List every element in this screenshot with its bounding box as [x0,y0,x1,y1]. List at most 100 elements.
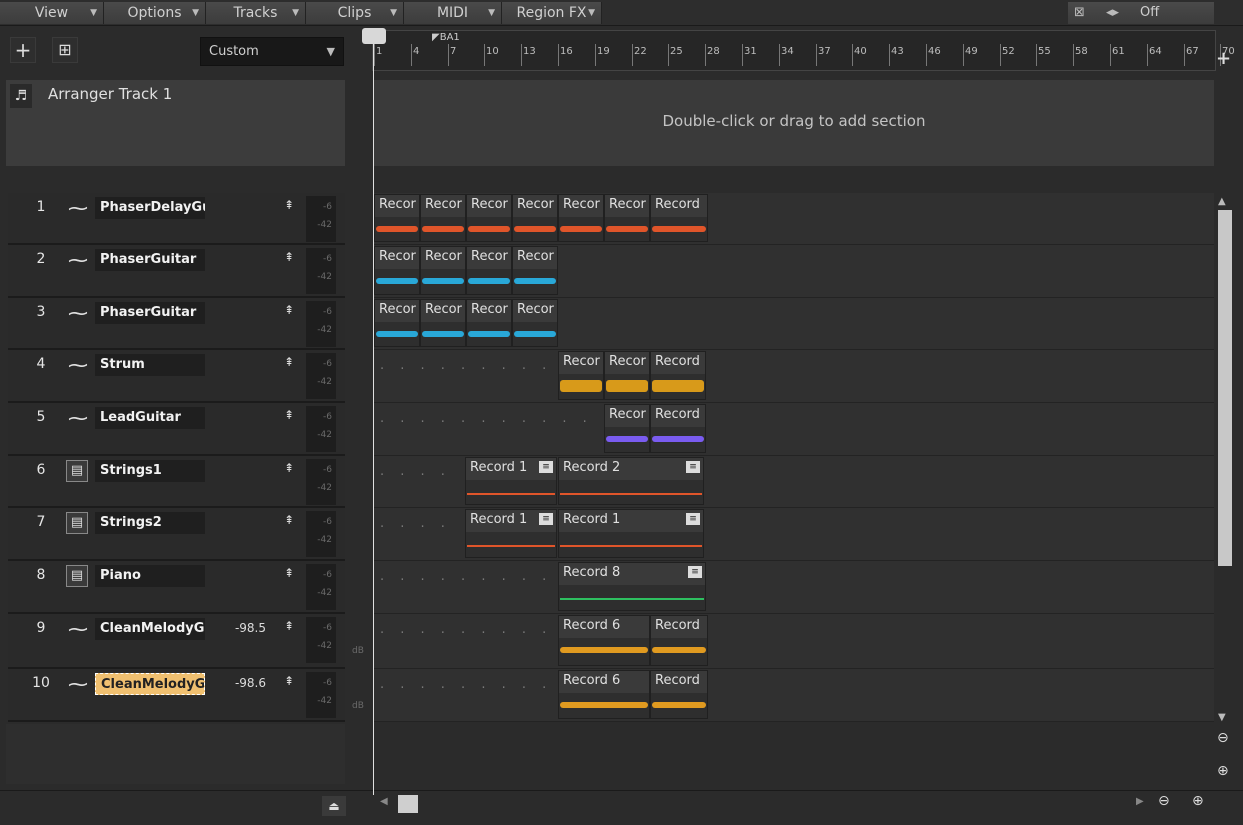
clip[interactable]: Recor [604,194,650,242]
expand-icon[interactable]: ⇞ [284,355,294,369]
clip[interactable]: Record 8 ≡ [558,562,706,611]
zoom-out-vertical-button[interactable]: ⊖ [1217,730,1229,746]
ruler-tick-label: 61 [1112,46,1125,57]
envelope-icon: ⊠ [1074,5,1085,20]
add-folder-button[interactable]: ⊞ [52,37,78,63]
midi-clip-icon: ≡ [688,566,702,578]
meter-label-low: -42 [317,220,332,230]
ruler-tick-label: 7 [450,46,457,57]
clip[interactable]: Recor [374,246,420,295]
clip[interactable]: Record 1 ≡ [558,509,704,558]
ruler-tick-line [889,44,890,66]
clip[interactable]: Recor [420,299,466,347]
clip[interactable]: Record 1 ≡ [465,457,557,505]
add-track-button[interactable]: + [10,37,36,63]
expand-icon[interactable]: ⇞ [284,408,294,422]
expand-icon[interactable]: ⇞ [284,461,294,475]
clip-title: Recor [609,354,646,369]
menu-view[interactable]: View ▼ [0,2,104,24]
meter-label-high: -6 [323,254,332,264]
chevron-down-icon: ▼ [488,8,495,18]
track-name-field[interactable]: PhaserGuitar [95,249,205,271]
clip[interactable]: Recor [512,194,558,242]
track-name-field[interactable]: PhaserDelayGuit [95,197,205,219]
clip[interactable]: Recor [420,194,466,242]
menu-tracks[interactable]: Tracks ▼ [206,2,306,24]
ruler-tick-line [1184,44,1185,66]
clip[interactable]: Record 2 ≡ [558,457,704,505]
preset-label: Custom [209,44,259,59]
clip[interactable]: Record 6 [558,615,650,666]
expand-icon[interactable]: ⇞ [284,619,294,633]
ruler-tick-label: 34 [781,46,794,57]
add-lane-button[interactable]: + [1216,48,1231,69]
clip[interactable]: Record 6 [558,670,650,719]
clip[interactable]: Recor [604,404,650,453]
clip[interactable]: Record [650,351,706,400]
clip[interactable]: Record [650,404,706,453]
expand-icon[interactable]: ⇞ [284,513,294,527]
track-number: 7 [36,514,46,530]
collapse-button[interactable]: ⏏ [322,796,346,816]
audio-waveform [422,331,464,337]
clip-title: Recor [425,249,462,264]
clip[interactable]: Recor [512,246,558,295]
clip[interactable]: Record 1 ≡ [465,509,557,558]
expand-icon[interactable]: ⇞ [284,198,294,212]
track-name-field[interactable]: LeadGuitar [95,407,205,429]
clip[interactable]: Recor [558,194,604,242]
scroll-left-button[interactable]: ◀ [380,796,388,807]
arrow-right-icon: ▶ [1136,796,1144,807]
scroll-down-button[interactable]: ▼ [1218,712,1226,723]
empty-region-dots: · · · · · · · · · · · · · · · · · · · · … [380,362,550,377]
track-name-field[interactable]: PhaserGuitar [95,302,205,324]
zoom-out-horizontal-button[interactable]: ⊖ [1158,793,1170,809]
track-view-preset-select[interactable]: Custom ▼ [200,37,344,66]
clip[interactable]: Recor [374,194,420,242]
menu-region-fx[interactable]: Region FX ▼ [502,2,602,24]
clip[interactable]: Recor [558,351,604,400]
track-lane-9[interactable] [374,614,1214,669]
clip[interactable]: Recor [374,299,420,347]
clip-body [559,480,703,504]
track-name-field[interactable]: Strings2 [95,512,205,534]
clip[interactable]: Recor [466,299,512,347]
ruler-tick-label: 46 [928,46,941,57]
playhead-handle[interactable] [362,28,386,44]
marker-flag[interactable]: ◤BA1 [432,32,460,43]
level-meter: -6 -42 [306,511,336,557]
track-name-field[interactable]: CleanMelodyGui [95,618,205,640]
menu-midi[interactable]: MIDI ▼ [404,2,502,24]
clip-title: Recor [517,197,554,212]
automation-selector[interactable]: ⊠ ◂▸ Off [1068,2,1214,24]
clip[interactable]: Recor [512,299,558,347]
scroll-right-button[interactable]: ▶ [1136,796,1144,807]
track-name-field[interactable]: Strum [95,354,205,376]
expand-icon[interactable]: ⇞ [284,674,294,688]
scroll-up-button[interactable]: ▲ [1218,196,1226,207]
menu-options[interactable]: Options ▼ [104,2,206,24]
clip[interactable]: Record [650,670,708,719]
clip-title: Recor [379,197,416,212]
zoom-in-vertical-button[interactable]: ⊕ [1217,763,1229,779]
clip-title: Record [655,618,700,633]
expand-icon[interactable]: ⇞ [284,303,294,317]
ruler-tick-line [558,44,559,66]
clip[interactable]: Recor [466,194,512,242]
track-name-field[interactable]: CleanMelodyGui [95,673,205,695]
clip-title: Recor [379,302,416,317]
clip[interactable]: Record [650,615,708,666]
menu-clips[interactable]: Clips ▼ [306,2,404,24]
zoom-in-horizontal-button[interactable]: ⊕ [1192,793,1204,809]
vertical-scrollbar-thumb[interactable] [1218,210,1232,566]
clip[interactable]: Record [650,194,708,242]
track-name-field[interactable]: Piano [95,565,205,587]
clip[interactable]: Recor [466,246,512,295]
clip[interactable]: Recor [604,351,650,400]
horizontal-scrollbar-thumb[interactable] [398,795,418,813]
track-name-field[interactable]: Strings1 [95,460,205,482]
ruler-tick-line [779,44,780,66]
expand-icon[interactable]: ⇞ [284,250,294,264]
expand-icon[interactable]: ⇞ [284,566,294,580]
clip[interactable]: Recor [420,246,466,295]
